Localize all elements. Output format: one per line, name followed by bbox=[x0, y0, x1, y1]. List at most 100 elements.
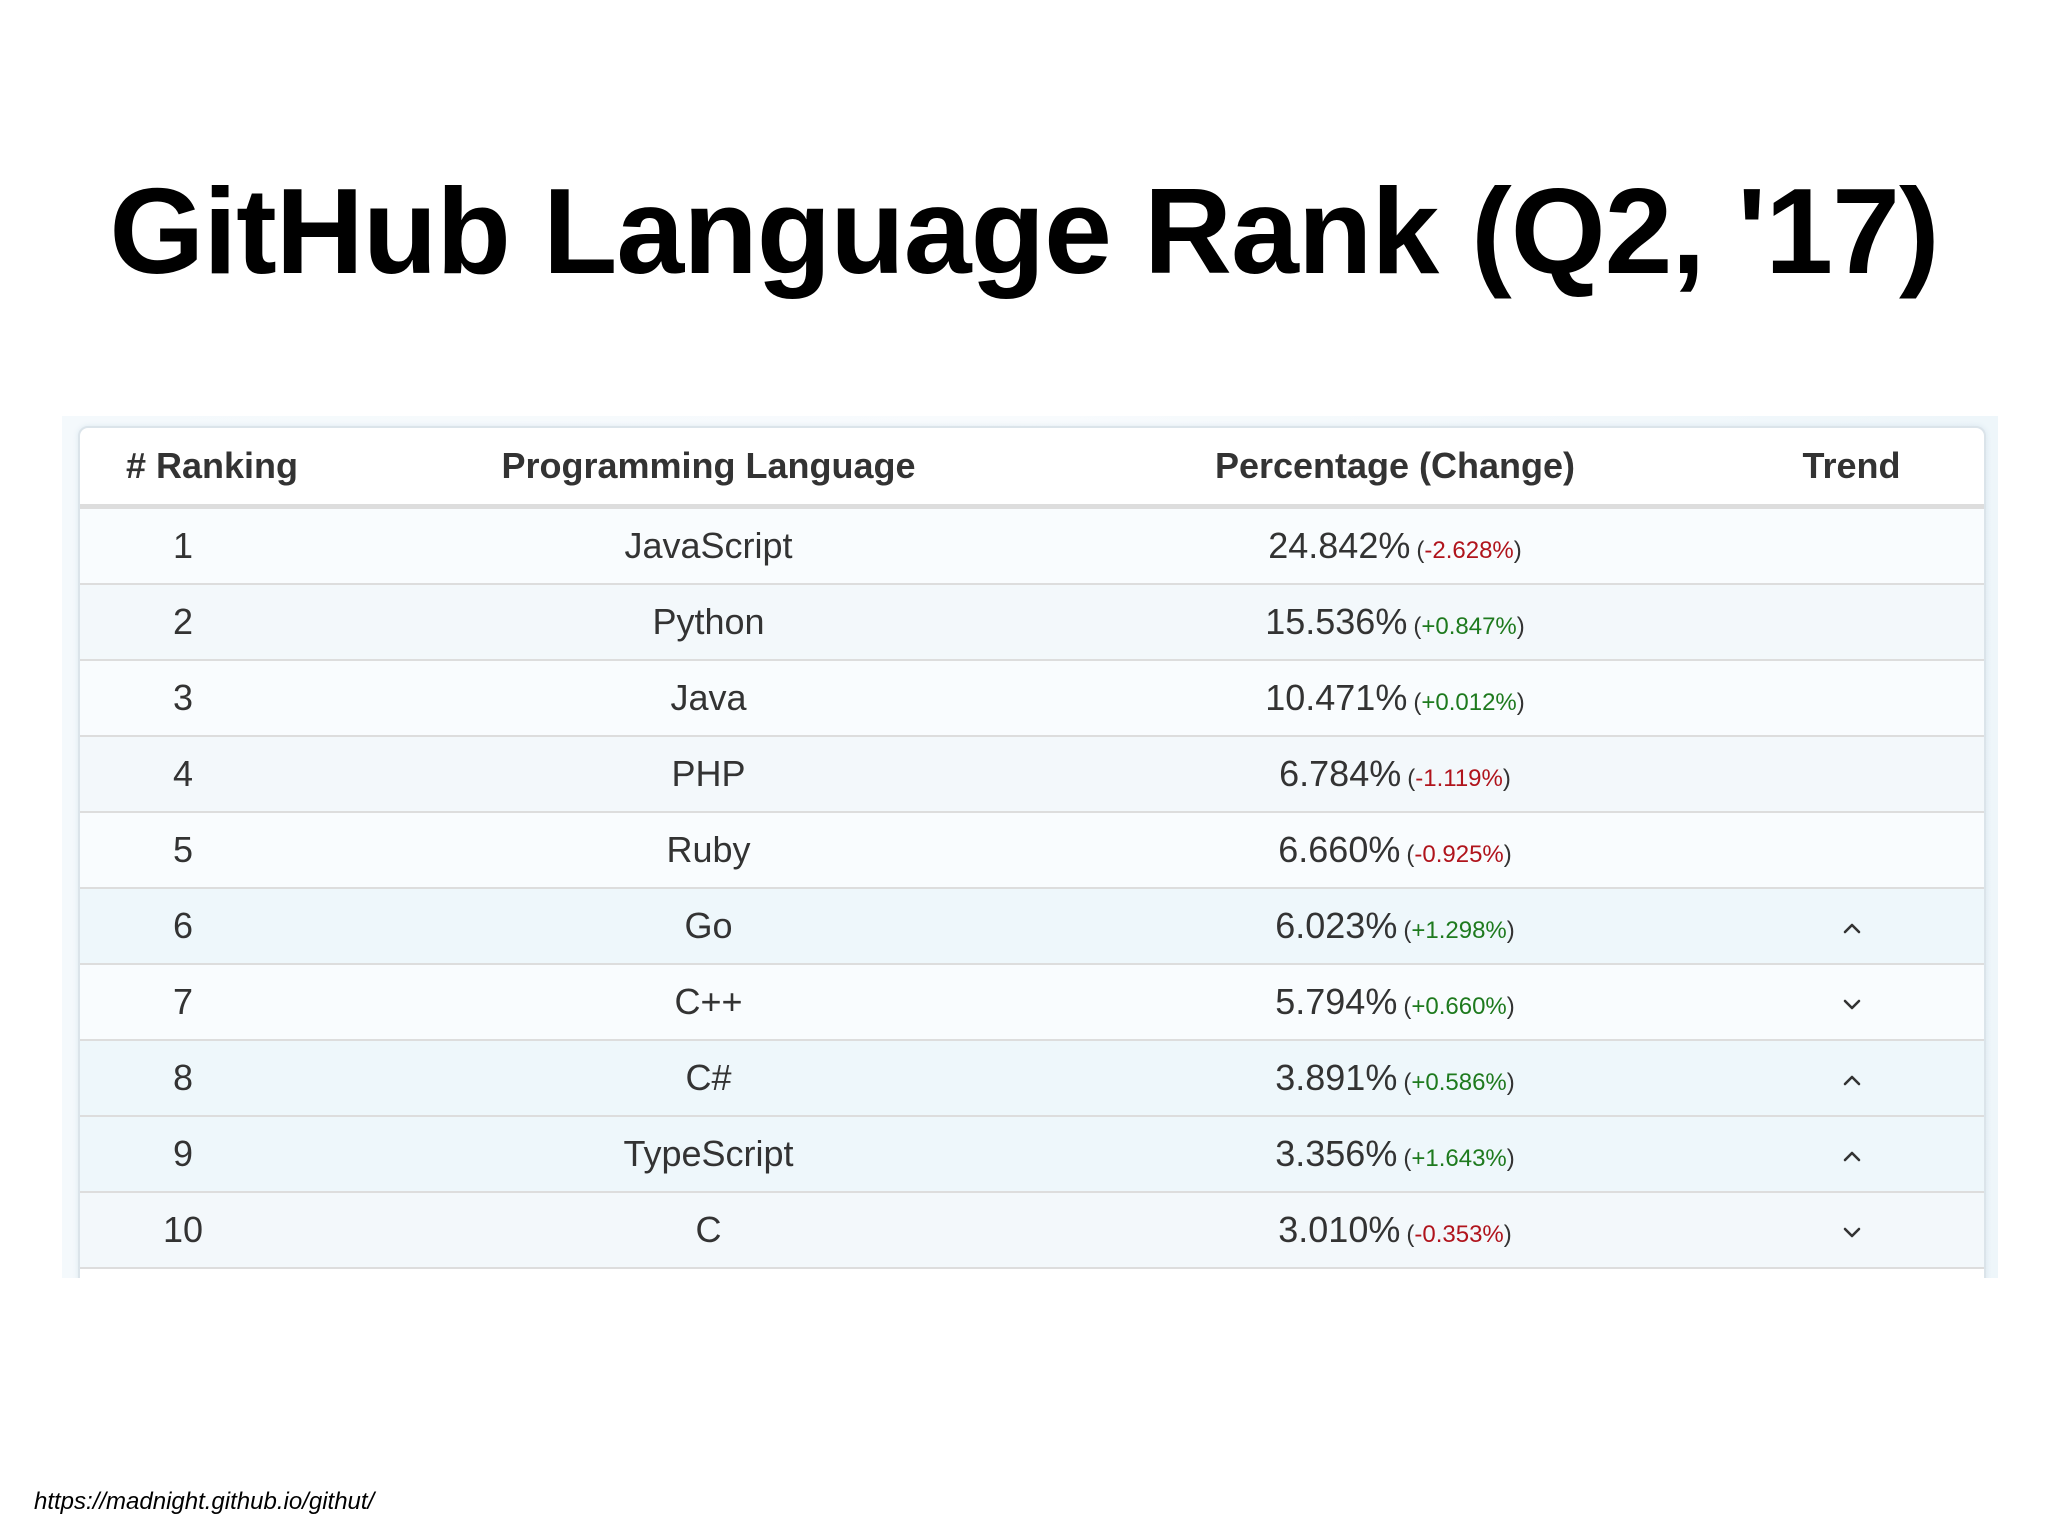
change-close-paren: ) bbox=[1506, 1069, 1515, 1096]
cell-language: Go bbox=[346, 888, 1071, 965]
cell-rank: 10 bbox=[80, 1192, 346, 1269]
percentage-value: 3.891% bbox=[1275, 1057, 1398, 1098]
table-card: # Ranking Programming Language Percentag… bbox=[78, 426, 1986, 1278]
percentage-value: 24.842% bbox=[1268, 525, 1411, 566]
table-row: 7 C++ 5.794% (+0.660%) bbox=[80, 964, 1984, 1041]
percentage-value: 10.471% bbox=[1265, 677, 1408, 718]
rank-number: 5 bbox=[172, 829, 194, 870]
cell-percentage: 6.784% (-1.119%) bbox=[1071, 736, 1719, 813]
cell-rank: 2 bbox=[80, 584, 346, 661]
change-close-paren: ) bbox=[1502, 765, 1511, 792]
slide-title: GitHub Language Rank (Q2, '17) bbox=[109, 163, 1939, 299]
header-trend[interactable]: Trend bbox=[1719, 428, 1984, 509]
percentage-change: (+0.586%) bbox=[1403, 1069, 1514, 1096]
change-value: +0.847% bbox=[1421, 613, 1517, 640]
table-row: 10 C 3.010% (-0.353%) bbox=[80, 1192, 1984, 1269]
cell-trend bbox=[1719, 812, 1984, 889]
cell-language: Java bbox=[346, 660, 1071, 737]
table-screenshot: # Ranking Programming Language Percentag… bbox=[62, 416, 1998, 1278]
cell-language: Python bbox=[346, 584, 1071, 661]
change-value: +0.660% bbox=[1411, 993, 1507, 1020]
change-close-paren: ) bbox=[1516, 689, 1525, 716]
chevron-up-icon bbox=[1843, 1076, 1860, 1086]
cell-percentage: 3.891% (+0.586%) bbox=[1071, 1040, 1719, 1117]
header-language[interactable]: Programming Language bbox=[346, 428, 1071, 509]
percentage-value: 5.794% bbox=[1275, 981, 1398, 1022]
change-value: -0.925% bbox=[1414, 841, 1504, 868]
cell-trend bbox=[1719, 506, 1984, 585]
percentage-value: 6.784% bbox=[1279, 753, 1402, 794]
change-close-paren: ) bbox=[1506, 993, 1515, 1020]
cell-percentage: 3.356% (+1.643%) bbox=[1071, 1116, 1719, 1193]
rank-number: 7 bbox=[172, 981, 194, 1022]
percentage-change: (+1.643%) bbox=[1403, 1145, 1514, 1172]
cell-trend bbox=[1719, 1192, 1984, 1269]
percentage-value: 6.023% bbox=[1275, 905, 1398, 946]
cell-language: C bbox=[346, 1192, 1071, 1269]
cell-percentage: 6.660% (-0.925%) bbox=[1071, 812, 1719, 889]
change-value: -0.353% bbox=[1414, 1221, 1504, 1248]
cell-language: C++ bbox=[346, 964, 1071, 1041]
cell-percentage: 10.471% (+0.012%) bbox=[1071, 660, 1719, 737]
cell-rank: 6 bbox=[80, 888, 346, 965]
cell-percentage: 24.842% (-2.628%) bbox=[1071, 506, 1719, 585]
header-percentage[interactable]: Percentage (Change) bbox=[1071, 428, 1719, 509]
change-value: +1.643% bbox=[1411, 1145, 1507, 1172]
table-row: 4 PHP 6.784% (-1.119%) bbox=[80, 736, 1984, 813]
rank-number: 8 bbox=[172, 1057, 194, 1098]
cell-percentage: 3.010% (-0.353%) bbox=[1071, 1192, 1719, 1269]
cell-language: PHP bbox=[346, 736, 1071, 813]
cell-percentage: 5.794% (+0.660%) bbox=[1071, 964, 1719, 1041]
cell-rank: 1 bbox=[80, 506, 346, 585]
change-close-paren: ) bbox=[1513, 537, 1522, 564]
cell-rank: 4 bbox=[80, 736, 346, 813]
cell-trend bbox=[1719, 584, 1984, 661]
cell-rank: 8 bbox=[80, 1040, 346, 1117]
percentage-value: 6.660% bbox=[1278, 829, 1401, 870]
change-value: +0.586% bbox=[1411, 1069, 1507, 1096]
table-row: 2 Python 15.536% (+0.847%) bbox=[80, 584, 1984, 661]
change-close-paren: ) bbox=[1516, 613, 1525, 640]
percentage-value: 15.536% bbox=[1265, 601, 1408, 642]
table-row: 5 Ruby 6.660% (-0.925%) bbox=[80, 812, 1984, 889]
language-rank-table: # Ranking Programming Language Percentag… bbox=[80, 428, 1984, 1269]
table-row: 9 TypeScript 3.356% (+1.643%) bbox=[80, 1116, 1984, 1193]
percentage-change: (+0.847%) bbox=[1413, 613, 1524, 640]
change-close-paren: ) bbox=[1506, 1145, 1515, 1172]
cell-trend bbox=[1719, 964, 1984, 1041]
cell-trend bbox=[1719, 888, 1984, 965]
rank-number: 9 bbox=[172, 1133, 194, 1174]
cell-language: Ruby bbox=[346, 812, 1071, 889]
rank-number: 6 bbox=[172, 905, 194, 946]
table-row: 6 Go 6.023% (+1.298%) bbox=[80, 888, 1984, 965]
change-value: +0.012% bbox=[1421, 689, 1517, 716]
percentage-value: 3.010% bbox=[1278, 1209, 1401, 1250]
chevron-up-icon bbox=[1843, 924, 1860, 934]
table-row: 3 Java 10.471% (+0.012%) bbox=[80, 660, 1984, 737]
cell-language: TypeScript bbox=[346, 1116, 1071, 1193]
change-close-paren: ) bbox=[1503, 1221, 1512, 1248]
cell-language: JavaScript bbox=[346, 506, 1071, 585]
percentage-change: (+0.660%) bbox=[1403, 993, 1514, 1020]
rank-number: 3 bbox=[172, 677, 194, 718]
header-ranking[interactable]: # Ranking bbox=[80, 428, 346, 509]
cell-language: C# bbox=[346, 1040, 1071, 1117]
percentage-change: (-0.353%) bbox=[1406, 1221, 1511, 1248]
cell-percentage: 6.023% (+1.298%) bbox=[1071, 888, 1719, 965]
cell-percentage: 15.536% (+0.847%) bbox=[1071, 584, 1719, 661]
rank-number: 4 bbox=[172, 753, 194, 794]
rank-number: 10 bbox=[162, 1209, 204, 1250]
table-row: 8 C# 3.891% (+0.586%) bbox=[80, 1040, 1984, 1117]
table-header-row: # Ranking Programming Language Percentag… bbox=[80, 428, 1984, 509]
source-url[interactable]: https://madnight.github.io/githut/ bbox=[34, 1488, 374, 1516]
change-value: +1.298% bbox=[1411, 917, 1507, 944]
percentage-change: (-1.119%) bbox=[1407, 765, 1511, 792]
percentage-change: (-2.628%) bbox=[1416, 537, 1521, 564]
rank-number: 1 bbox=[172, 525, 194, 566]
percentage-change: (+1.298%) bbox=[1403, 917, 1514, 944]
cell-rank: 9 bbox=[80, 1116, 346, 1193]
chevron-up-icon bbox=[1843, 1152, 1860, 1162]
cell-rank: 3 bbox=[80, 660, 346, 737]
percentage-change: (+0.012%) bbox=[1413, 689, 1524, 716]
cell-trend bbox=[1719, 1040, 1984, 1117]
